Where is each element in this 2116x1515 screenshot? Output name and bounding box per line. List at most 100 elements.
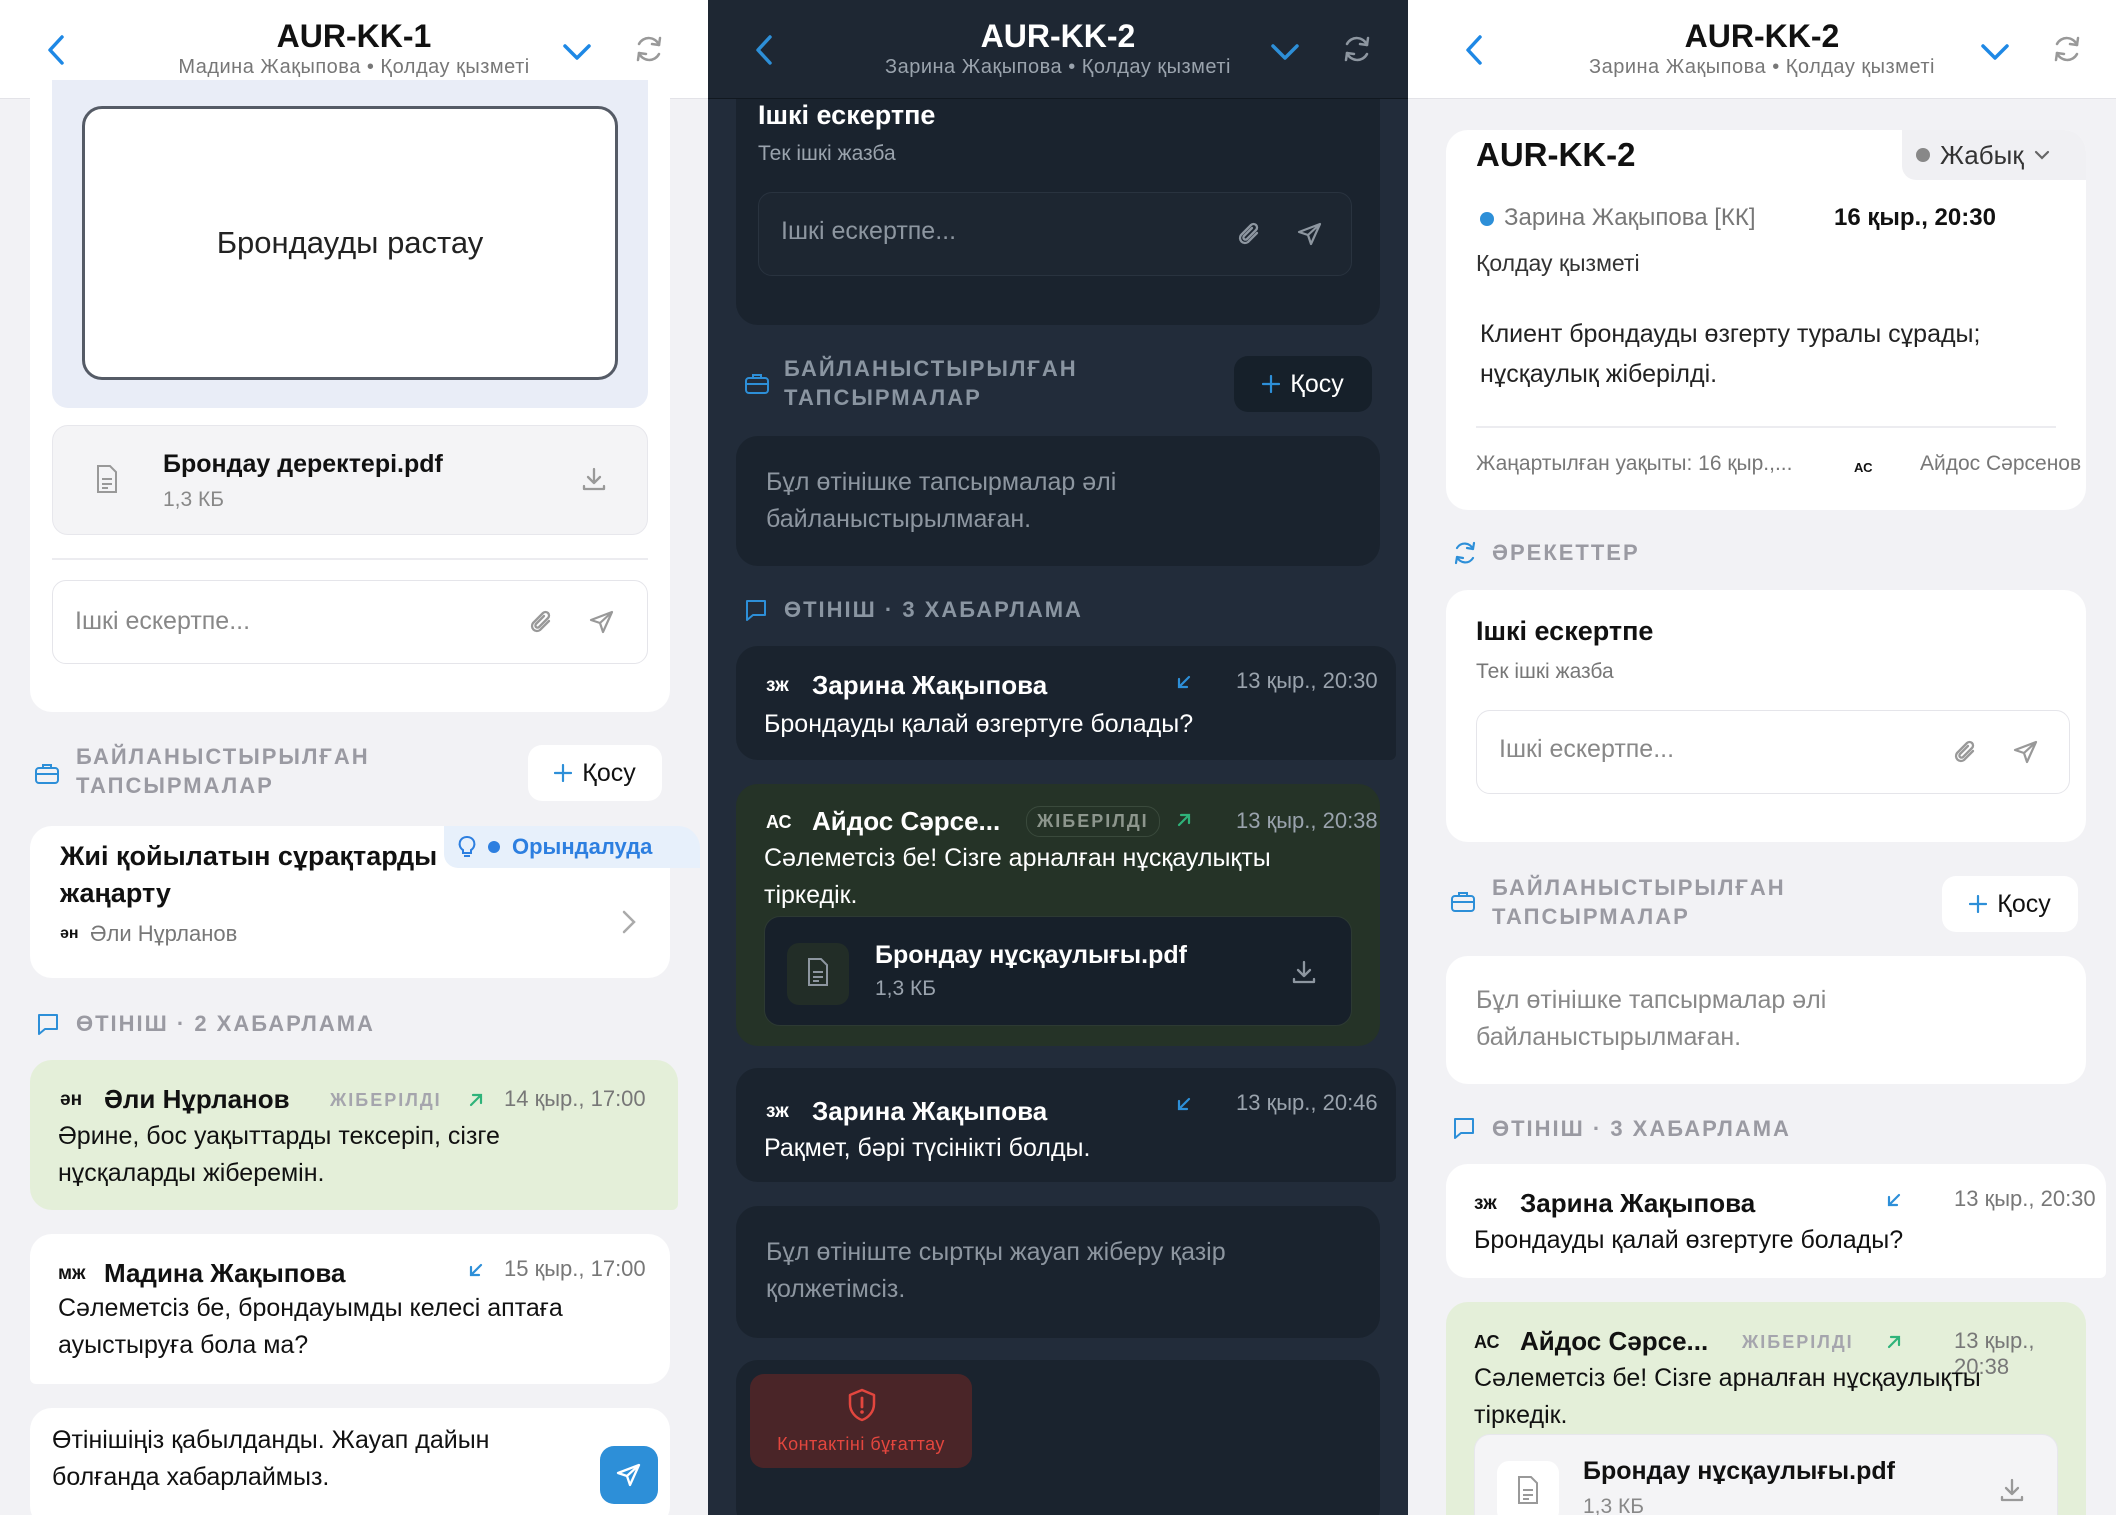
add-task-button[interactable]: Қосу bbox=[1234, 356, 1372, 412]
divider bbox=[1476, 426, 2056, 428]
message-text: Әрине, бос уақыттарды тексеріп, сізге нұ… bbox=[58, 1118, 500, 1192]
no-tasks-line: байланыстырылмаған. bbox=[1476, 1023, 1742, 1051]
message-time: 15 қыр., 17:00 bbox=[504, 1256, 646, 1281]
task-status: Орындалуда bbox=[512, 834, 653, 859]
message-outgoing: АС Айдос Сәрсе... ЖІБЕРІЛДІ 13 қыр., 20:… bbox=[1446, 1302, 2086, 1515]
arrow-in-icon bbox=[1177, 1097, 1191, 1111]
add-task-button[interactable]: Қосу bbox=[1942, 876, 2078, 932]
agent-avatar: АС bbox=[1854, 460, 1873, 475]
linked-tasks-title-line2: ТАПСЫРМАЛАР bbox=[1492, 904, 1690, 929]
send-icon bbox=[616, 1463, 641, 1487]
download-icon[interactable] bbox=[1291, 959, 1317, 985]
page-subtitle: Зарина Жақыпова • Қолдау қызметі bbox=[885, 56, 1231, 78]
message-avatar: АС bbox=[1474, 1332, 1500, 1352]
chevron-down-icon[interactable] bbox=[562, 42, 592, 62]
status-dropdown[interactable]: Жабық bbox=[1902, 130, 2086, 180]
no-tasks-text: Бұл өтінішке тапсырмалар әлі байланыстыр… bbox=[1476, 982, 1826, 1056]
attachment[interactable]: Брондау деректері.pdf 1,3 КБ bbox=[52, 425, 648, 535]
send-icon[interactable] bbox=[589, 609, 615, 635]
plus-icon bbox=[554, 764, 573, 782]
message-incoming: зж Зарина Жақыпова 13 қыр., 20:46 Рақмет… bbox=[736, 1068, 1396, 1182]
thread-title: ӨТІНІШ · 3 ХАБАРЛАМА bbox=[784, 597, 1083, 622]
reply-composer[interactable]: Өтінішіңіз қабылданды. Жауап дайын болға… bbox=[30, 1408, 670, 1515]
message-author: Мадина Жақыпова bbox=[104, 1258, 346, 1288]
document-icon bbox=[808, 958, 828, 986]
refresh-icon[interactable] bbox=[2052, 34, 2082, 64]
block-contact-button[interactable]: Контактіні бұғаттау bbox=[750, 1374, 972, 1468]
download-icon[interactable] bbox=[1999, 1477, 2025, 1503]
internal-note-card: Ішкі ескертпе Тек ішкі жазба Ішкі ескерт… bbox=[1446, 590, 2086, 842]
summary-line: Клиент брондауды өзгерту туралы сұрады; bbox=[1480, 320, 1981, 348]
note-placeholder: Ішкі ескертпе... bbox=[75, 607, 251, 635]
message-line: ауыстыруға бола ма? bbox=[58, 1331, 309, 1359]
status-dot bbox=[1916, 148, 1930, 162]
message-incoming: зж Зарина Жақыпова 13 қыр., 20:30 Бронда… bbox=[1446, 1164, 2106, 1278]
page-title: AUR-KK-1 bbox=[276, 18, 432, 54]
internal-note-input[interactable]: Ішкі ескертпе... bbox=[758, 192, 1352, 276]
task-card[interactable]: Жиі қойылатын сұрақтарды жаңарту Орындал… bbox=[30, 826, 700, 978]
assignee-avatar: ән bbox=[60, 925, 79, 942]
download-icon[interactable] bbox=[581, 466, 607, 492]
ticket-id: AUR-KK-2 bbox=[1476, 136, 1636, 173]
message-line: Сәлеметсіз бе! Сізге арналған нұсқаулықт… bbox=[1474, 1364, 1981, 1392]
attach-icon[interactable] bbox=[1237, 221, 1263, 249]
message-incoming: мж Мадина Жақыпова 15 қыр., 17:00 Сәлеме… bbox=[30, 1234, 670, 1384]
message-incoming: зж Зарина Жақыпова 13 қыр., 20:30 Бронда… bbox=[736, 646, 1396, 760]
task-assignee: Әли Нұрланов bbox=[90, 921, 238, 946]
message-author: Әли Нұрланов bbox=[104, 1084, 290, 1114]
chevron-down-icon[interactable] bbox=[1980, 42, 2010, 62]
message-author: Айдос Сәрсе... bbox=[1520, 1326, 1709, 1356]
send-icon[interactable] bbox=[2013, 739, 2039, 765]
message-text: Брондауды қалай өзгертуге болады? bbox=[1474, 1226, 1904, 1254]
confirm-booking-button[interactable]: Брондауды растау bbox=[82, 106, 618, 380]
note-subtitle: Тек ішкі жазба bbox=[758, 142, 896, 165]
message-status-badge: ЖІБЕРІЛДІ bbox=[1742, 1332, 1854, 1352]
plus-icon bbox=[1969, 895, 1988, 913]
ticket-panel-3: AUR-KK-2 Зарина Жақыпова • Қолдау қызмет… bbox=[1408, 0, 2116, 1515]
no-tasks-line: Бұл өтінішке тапсырмалар әлі bbox=[1476, 986, 1827, 1014]
task-title-line2: жаңарту bbox=[60, 878, 171, 908]
attachment[interactable]: Брондау нұсқаулығы.pdf 1,3 КБ bbox=[1474, 1434, 2058, 1515]
reply-unavailable-text: Бұл өтініште сыртқы жауап жіберу қазір қ… bbox=[766, 1234, 1226, 1308]
send-icon[interactable] bbox=[1297, 221, 1323, 247]
message-line: Әрине, бос уақыттарды тексеріп, сізге bbox=[58, 1122, 500, 1150]
refresh-icon[interactable] bbox=[634, 34, 664, 64]
internal-note-input[interactable]: Ішкі ескертпе... bbox=[52, 580, 648, 664]
linked-tasks-title-line1: БАЙЛАНЫСТЫРЫЛҒАН bbox=[784, 356, 1078, 381]
add-task-button[interactable]: Қосу bbox=[528, 745, 662, 801]
refresh-icon[interactable] bbox=[1342, 34, 1372, 64]
actions-icon bbox=[1454, 541, 1476, 565]
attachment[interactable]: Брондау нұсқаулығы.pdf 1,3 КБ bbox=[764, 916, 1352, 1026]
linked-tasks-title: БАЙЛАНЫСТЫРЫЛҒАН ТАПСЫРМАЛАР bbox=[1492, 873, 1786, 931]
message-time: 13 қыр., 20:30 bbox=[1236, 668, 1378, 693]
linked-tasks-title: БАЙЛАНЫСТЫРЫЛҒАН ТАПСЫРМАЛАР bbox=[76, 742, 370, 800]
contact-actions-card: Контактіні бұғаттау bbox=[736, 1360, 1380, 1515]
no-tasks-line: Бұл өтінішке тапсырмалар әлі bbox=[766, 468, 1117, 496]
no-tasks-card: Бұл өтінішке тапсырмалар әлі байланыстыр… bbox=[736, 436, 1380, 566]
attach-icon[interactable] bbox=[529, 609, 555, 637]
message-outgoing: АС Айдос Сәрсе... ЖІБЕРІЛДІ 13 қыр., 20:… bbox=[736, 784, 1380, 1046]
send-button[interactable] bbox=[600, 1446, 658, 1504]
agent-name: Айдос Сәрсенов bbox=[1920, 452, 2082, 475]
task-title-line1: Жиі қойылатын сұрақтарды bbox=[60, 841, 438, 871]
chevron-down-icon[interactable] bbox=[1270, 42, 1300, 62]
chevron-right-icon bbox=[622, 910, 636, 934]
ticket-summary-card: AUR-KK-2 Жабық Зарина Жақыпова [КК] 16 қ… bbox=[1446, 130, 2086, 510]
message-text: Сәлеметсіз бе! Сізге арналған нұсқаулықт… bbox=[764, 840, 1271, 914]
internal-note-input[interactable]: Ішкі ескертпе... bbox=[1476, 710, 2070, 794]
actions-title: ӘРЕКЕТТЕР bbox=[1492, 540, 1640, 565]
attach-icon[interactable] bbox=[1953, 739, 1979, 767]
message-avatar: АС bbox=[766, 812, 792, 832]
ticket-status: Жабық bbox=[1940, 139, 2024, 170]
attachment-size: 1,3 КБ bbox=[1583, 1495, 1645, 1515]
ticket-panel-1: AUR-KK-1 Мадина Жақыпова • Қолдау қызмет… bbox=[0, 0, 708, 1515]
bulb-icon bbox=[458, 836, 476, 857]
message-time: 13 қыр., 20:30 bbox=[1954, 1186, 2096, 1211]
composer-text: Өтінішіңіз қабылданды. Жауап дайын болға… bbox=[52, 1422, 489, 1496]
internal-note-card: Ішкі ескертпе Тек ішкі жазба Ішкі ескерт… bbox=[736, 60, 1380, 325]
add-task-label: Қосу bbox=[1997, 889, 2051, 918]
header: AUR-KK-2 Зарина Жақыпова • Қолдау қызмет… bbox=[1408, 0, 2116, 99]
divider bbox=[52, 558, 648, 560]
message-avatar: мж bbox=[58, 1263, 86, 1284]
linked-tasks-title: БАЙЛАНЫСТЫРЫЛҒАН ТАПСЫРМАЛАР bbox=[784, 354, 1078, 412]
